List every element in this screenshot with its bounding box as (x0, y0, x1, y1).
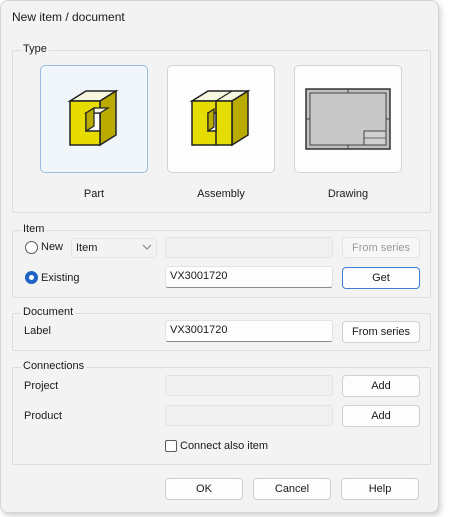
cancel-button[interactable]: Cancel (253, 478, 331, 500)
existing-radio[interactable] (25, 271, 38, 284)
connect-also-item-checkbox[interactable] (165, 440, 177, 452)
new-radio[interactable] (25, 241, 38, 254)
new-item-dialog: New item / document Type Part Assembly D… (0, 0, 439, 513)
part-icon (67, 89, 119, 147)
new-item-field (165, 237, 333, 258)
existing-item-field[interactable]: VX3001720 (165, 266, 333, 288)
tile-part-label: Part (83, 188, 105, 200)
title-bar[interactable]: New item / document (1, 1, 438, 34)
tile-drawing-label: Drawing (327, 188, 369, 200)
tile-assembly[interactable] (167, 65, 275, 173)
item-from-series-button: From series (342, 237, 420, 258)
ok-button[interactable]: OK (165, 478, 243, 500)
label-field-label: Label (24, 325, 51, 337)
document-label-field[interactable]: VX3001720 (165, 320, 333, 342)
tile-part[interactable] (40, 65, 148, 173)
connections-group-title: Connections (21, 360, 87, 372)
tile-drawing[interactable] (294, 65, 402, 173)
product-add-button[interactable]: Add (342, 405, 420, 427)
item-group-title: Item (21, 223, 47, 235)
product-label: Product (24, 410, 62, 422)
get-button[interactable]: Get (342, 267, 420, 289)
dialog-title: New item / document (12, 10, 125, 24)
project-add-button[interactable]: Add (342, 375, 420, 397)
item-group: Item New Item From series Existing VX300… (12, 223, 431, 298)
chevron-down-icon (142, 244, 152, 250)
help-button[interactable]: Help (341, 478, 419, 500)
project-label: Project (24, 380, 59, 392)
assembly-icon (189, 89, 251, 147)
tile-assembly-label: Assembly (197, 188, 245, 200)
item-type-select[interactable]: Item (71, 238, 157, 258)
type-group-title: Type (21, 43, 49, 55)
document-group: Document Label VX3001720 From series (12, 306, 431, 351)
item-type-select-value: Item (76, 242, 98, 254)
new-radio-label[interactable]: New (41, 241, 63, 253)
product-field (165, 405, 333, 426)
project-field (165, 375, 333, 396)
document-from-series-button[interactable]: From series (342, 321, 420, 343)
drawing-icon (305, 88, 391, 150)
existing-radio-label[interactable]: Existing (41, 272, 80, 284)
document-group-title: Document (21, 306, 76, 318)
connections-group: Connections Project Add Product Add Conn… (12, 360, 431, 465)
connect-also-item-label[interactable]: Connect also item (180, 440, 268, 452)
type-group: Type Part Assembly Drawing (12, 43, 431, 213)
